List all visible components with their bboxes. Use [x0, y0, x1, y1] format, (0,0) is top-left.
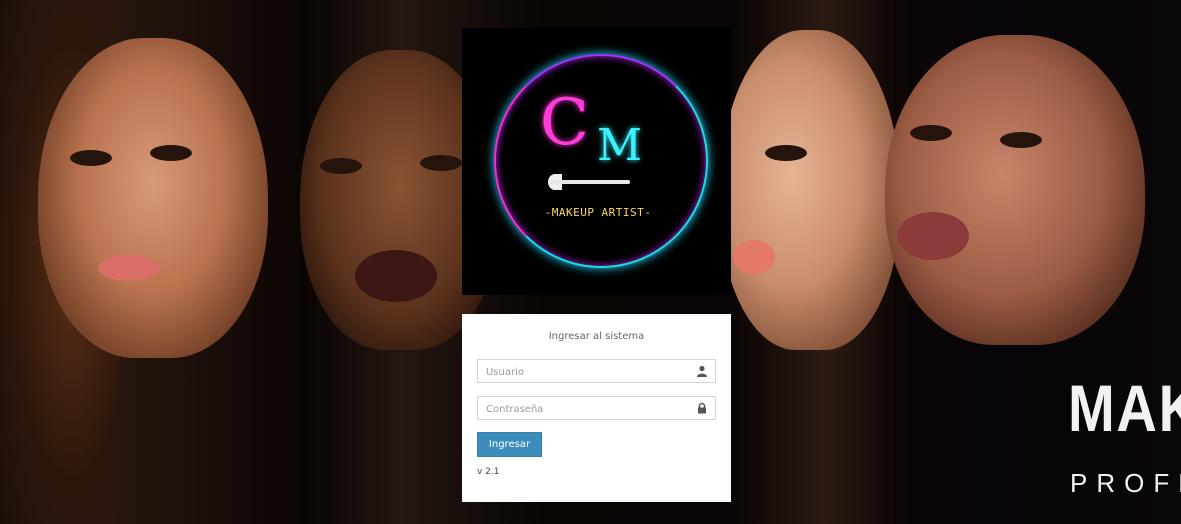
password-field[interactable] — [477, 396, 716, 421]
eye — [70, 150, 112, 166]
login-panel: Ingresar al sistema Ingresar v 2.1 — [462, 314, 731, 502]
password-input[interactable] — [478, 398, 686, 421]
username-field[interactable] — [477, 359, 716, 384]
logo-tagline: -MAKEUP ARTIST- — [544, 206, 652, 219]
background-brand-text: MAK — [1068, 371, 1181, 445]
lips — [897, 212, 969, 260]
eye — [420, 155, 462, 171]
model-face-1 — [38, 38, 268, 358]
model-face-3 — [720, 30, 900, 350]
background-brand-subtext: PROFE — [1070, 468, 1181, 498]
login-button[interactable]: Ingresar — [477, 432, 542, 457]
eye — [150, 145, 192, 161]
logo: C M -MAKEUP ARTIST- — [462, 28, 731, 295]
brush-handle — [550, 180, 630, 184]
lock-icon — [698, 402, 706, 414]
lips — [355, 250, 437, 302]
version-label: v 2.1 — [477, 467, 500, 477]
logo-letter-m: M — [597, 120, 643, 171]
user-icon — [697, 365, 707, 377]
lips — [98, 255, 160, 281]
eye — [765, 145, 807, 161]
lips — [733, 240, 775, 274]
eye — [1000, 132, 1042, 148]
model-face-4 — [885, 35, 1145, 345]
eye — [320, 158, 362, 174]
username-input[interactable] — [478, 361, 686, 384]
eye — [910, 125, 952, 141]
logo-letter-c: C — [540, 86, 589, 160]
login-title: Ingresar al sistema — [548, 331, 645, 342]
